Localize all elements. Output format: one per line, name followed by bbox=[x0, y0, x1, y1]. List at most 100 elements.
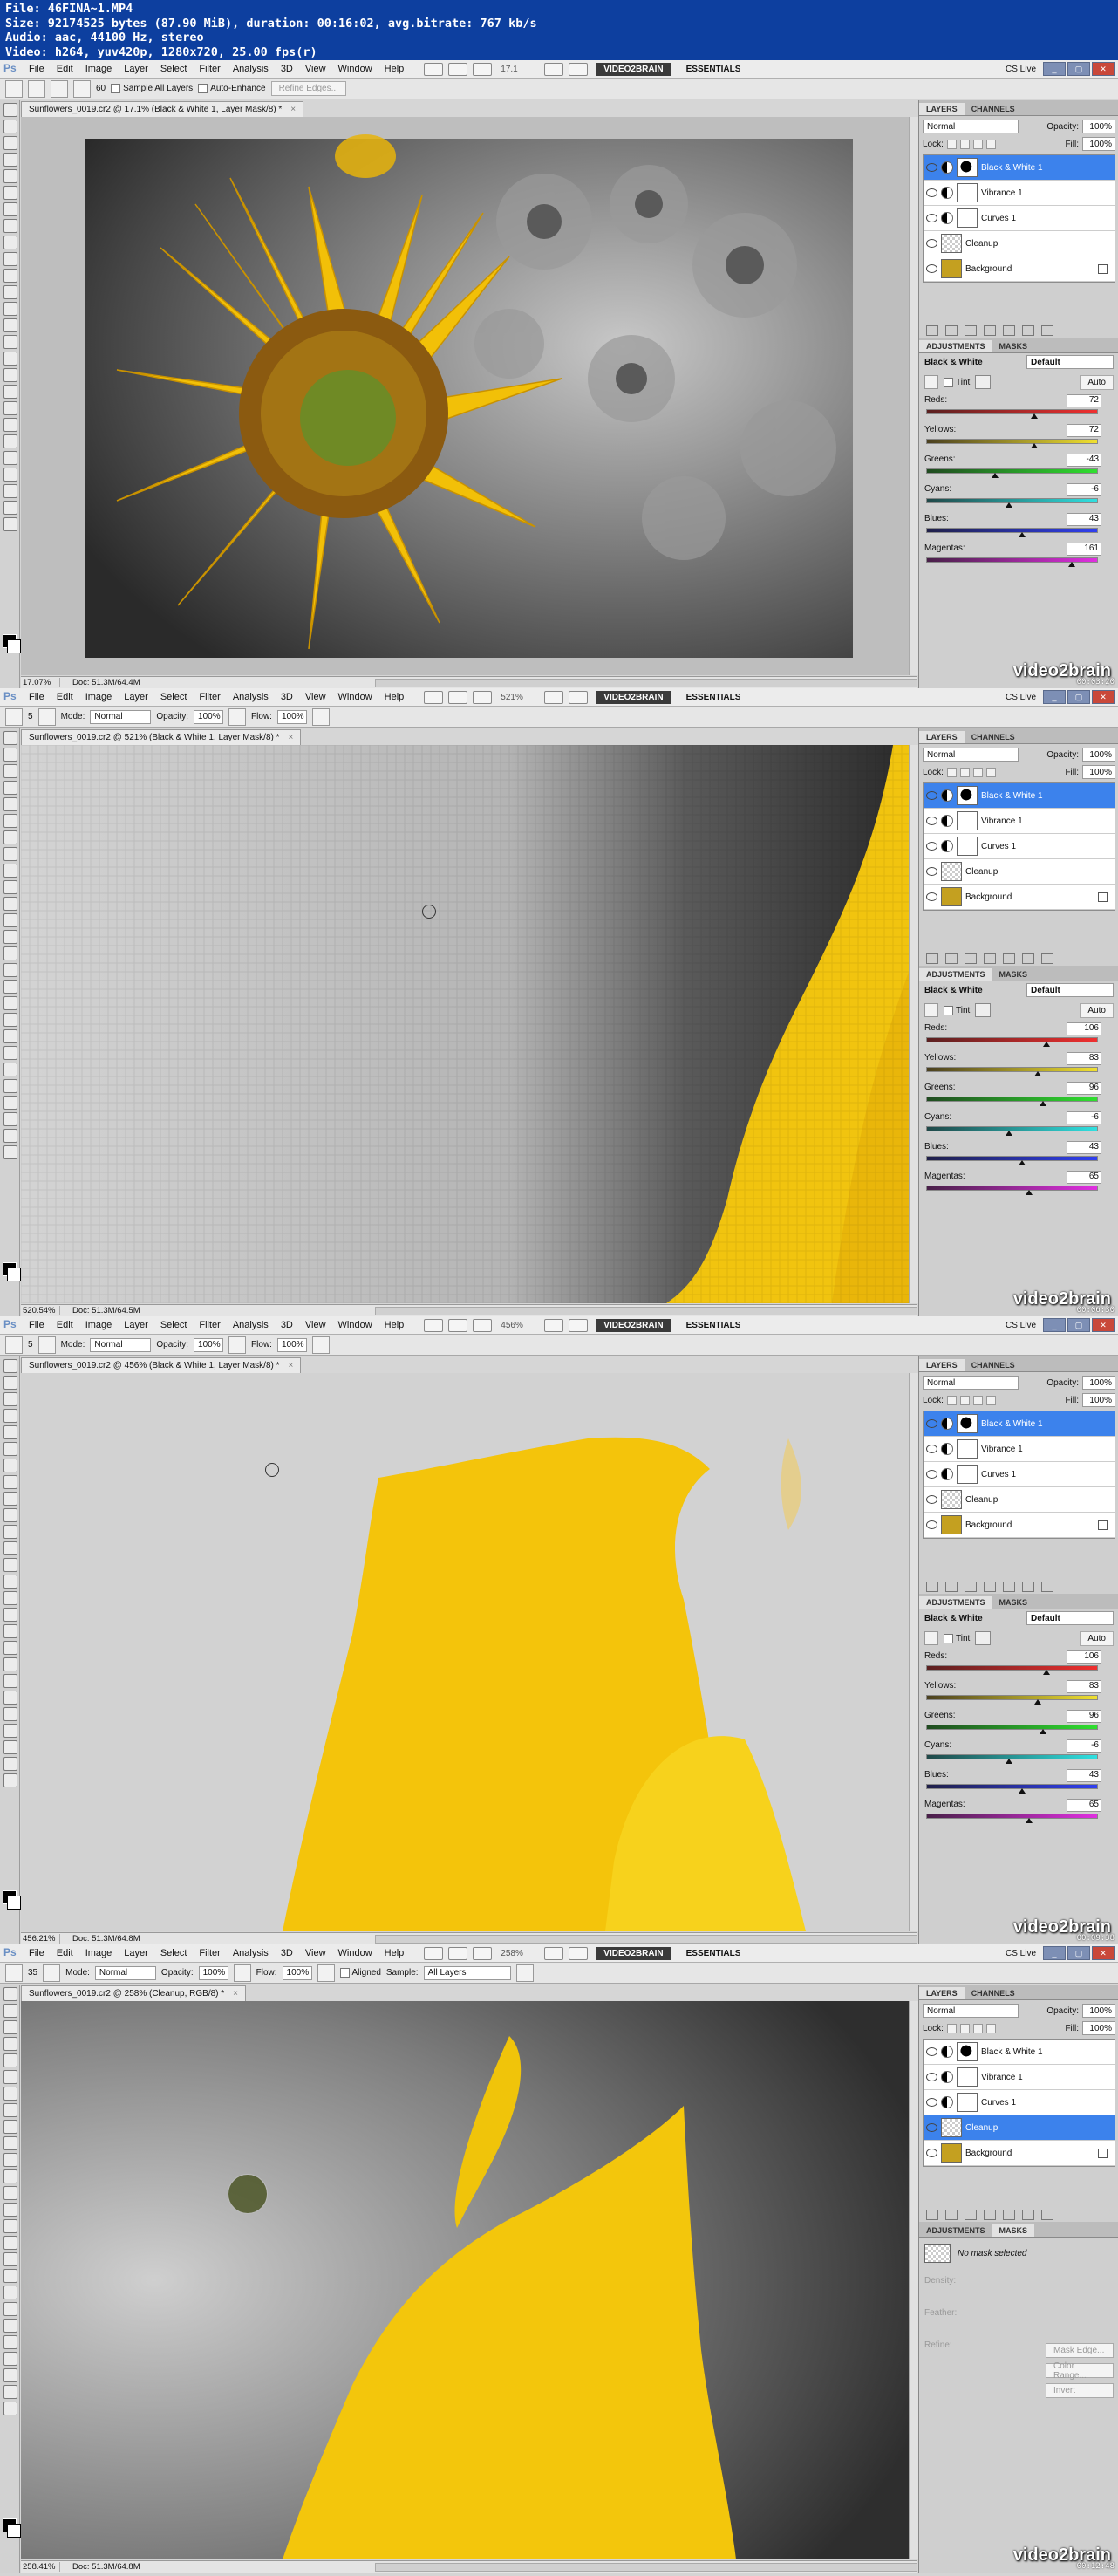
minimize-icon[interactable]: _ bbox=[1043, 690, 1066, 704]
menu-select[interactable]: Select bbox=[154, 1320, 194, 1330]
document-tab[interactable]: Sunflowers_0019.cr2 @ 17.1% (Black & Whi… bbox=[21, 101, 304, 117]
visibility-eye-icon[interactable] bbox=[926, 163, 937, 172]
screen-mode-icon[interactable] bbox=[569, 62, 589, 76]
toolbox-tool-icon[interactable] bbox=[3, 1558, 17, 1572]
slider-track[interactable] bbox=[926, 528, 1098, 533]
tab-adjustments[interactable]: ADJUSTMENTS bbox=[919, 2224, 992, 2237]
toolbox-tool-icon[interactable] bbox=[3, 269, 17, 283]
toolbox-tool-icon[interactable] bbox=[3, 2236, 17, 2250]
new-group-icon[interactable] bbox=[1003, 2210, 1015, 2220]
cs-live-button[interactable]: CS Live bbox=[1006, 1949, 1036, 1958]
toolbox-tool-icon[interactable] bbox=[3, 385, 17, 399]
lock-all-icon[interactable] bbox=[985, 139, 996, 149]
add-mask-icon[interactable] bbox=[965, 1582, 977, 1592]
vertical-scrollbar[interactable] bbox=[909, 117, 918, 675]
tab-adjustments[interactable]: ADJUSTMENTS bbox=[919, 968, 992, 981]
menu-help[interactable]: Help bbox=[378, 64, 411, 74]
visibility-eye-icon[interactable] bbox=[926, 214, 937, 222]
toolbox-tool-icon[interactable] bbox=[3, 318, 17, 332]
menu-3d[interactable]: 3D bbox=[275, 692, 299, 702]
brush-tool-preset[interactable] bbox=[5, 707, 23, 726]
toolbox-tool-icon[interactable] bbox=[3, 120, 17, 133]
restore-icon[interactable]: ▢ bbox=[1067, 1318, 1090, 1332]
toolbox-tool-icon[interactable] bbox=[3, 186, 17, 200]
toolbox-tool-icon[interactable] bbox=[3, 781, 17, 795]
visibility-eye-icon[interactable] bbox=[926, 188, 937, 197]
slider-value-field[interactable]: 83 bbox=[1067, 1052, 1101, 1065]
toolbox-tool-icon[interactable] bbox=[3, 1724, 17, 1738]
toolbox-tool-icon[interactable] bbox=[3, 2186, 17, 2200]
toolbox-tool-icon[interactable] bbox=[3, 2402, 17, 2415]
tab-close-icon[interactable]: × bbox=[289, 733, 294, 742]
toolbox-tool-icon[interactable] bbox=[3, 1757, 17, 1771]
toolbox-tool-icon[interactable] bbox=[3, 1608, 17, 1622]
slider-value-field[interactable]: 106 bbox=[1067, 1022, 1101, 1035]
toolbox-tool-icon[interactable] bbox=[3, 2037, 17, 2051]
blend-mode-select[interactable]: Normal bbox=[923, 748, 1019, 762]
toolbox-tool-icon[interactable] bbox=[3, 2070, 17, 2084]
toolbox-tool-icon[interactable] bbox=[3, 864, 17, 878]
tab-channels[interactable]: CHANNELS bbox=[965, 103, 1022, 115]
toolbox-tool-icon[interactable] bbox=[3, 1674, 17, 1688]
toolbox-tool-icon[interactable] bbox=[3, 2153, 17, 2167]
tab-layers[interactable]: LAYERS bbox=[919, 731, 965, 743]
fill-field[interactable]: 100% bbox=[1082, 2021, 1115, 2035]
restore-icon[interactable]: ▢ bbox=[1067, 1946, 1090, 1960]
launch-mini-bridge-icon[interactable] bbox=[448, 1318, 468, 1332]
preset-select[interactable]: Default bbox=[1026, 983, 1114, 997]
slider-track[interactable] bbox=[926, 1814, 1098, 1819]
visibility-eye-icon[interactable] bbox=[926, 867, 937, 876]
new-layer-icon[interactable] bbox=[1022, 953, 1034, 964]
toolbox-tool-icon[interactable] bbox=[3, 468, 17, 482]
tab-close-icon[interactable]: × bbox=[290, 105, 296, 114]
lock-transparent-icon[interactable] bbox=[946, 2023, 957, 2033]
auto-enhance-checkbox[interactable]: Auto-Enhance bbox=[198, 84, 266, 93]
toolbox-tool-icon[interactable] bbox=[3, 236, 17, 249]
tab-layers[interactable]: LAYERS bbox=[919, 1987, 965, 1999]
zoom-level-readout[interactable]: 456% bbox=[501, 1321, 530, 1330]
visibility-eye-icon[interactable] bbox=[926, 1445, 937, 1453]
menu-filter[interactable]: Filter bbox=[193, 692, 226, 702]
toolbox-tool-icon[interactable] bbox=[3, 1359, 17, 1373]
document-canvas[interactable] bbox=[21, 2001, 909, 2559]
toolbox-tool-icon[interactable] bbox=[3, 1525, 17, 1539]
toolbox-tool-icon[interactable] bbox=[3, 2120, 17, 2134]
menu-image[interactable]: Image bbox=[79, 64, 119, 74]
toolbox-tool-icon[interactable] bbox=[3, 2219, 17, 2233]
layer-row[interactable]: Background bbox=[924, 885, 1115, 910]
zoomed-mask-image[interactable] bbox=[21, 745, 909, 1303]
background-color-swatch[interactable] bbox=[7, 1268, 21, 1281]
slider-value-field[interactable]: 72 bbox=[1067, 424, 1101, 437]
visibility-eye-icon[interactable] bbox=[926, 239, 937, 248]
visibility-eye-icon[interactable] bbox=[926, 892, 937, 901]
menu-view[interactable]: View bbox=[299, 692, 332, 702]
toolbox-tool-icon[interactable] bbox=[3, 136, 17, 150]
slider-track[interactable] bbox=[926, 1665, 1098, 1671]
menu-select[interactable]: Select bbox=[154, 64, 194, 74]
menu-help[interactable]: Help bbox=[378, 692, 411, 702]
toolbox-tool-icon[interactable] bbox=[3, 219, 17, 233]
layer-opacity-field[interactable]: 100% bbox=[1082, 748, 1115, 762]
cs-live-button[interactable]: CS Live bbox=[1006, 65, 1036, 74]
layer-style-icon[interactable] bbox=[945, 325, 958, 336]
view-extras-icon[interactable] bbox=[473, 62, 493, 76]
menu-analysis[interactable]: Analysis bbox=[227, 64, 275, 74]
visibility-eye-icon[interactable] bbox=[926, 2073, 937, 2081]
visibility-eye-icon[interactable] bbox=[926, 2098, 937, 2107]
layer-mask-thumbnail[interactable] bbox=[957, 208, 978, 228]
add-mask-icon[interactable] bbox=[965, 325, 977, 336]
menu-window[interactable]: Window bbox=[332, 692, 378, 702]
background-color-swatch[interactable] bbox=[7, 1896, 21, 1910]
layer-row[interactable]: Background bbox=[924, 256, 1115, 282]
horizontal-scrollbar[interactable] bbox=[375, 1934, 917, 1944]
zoom-level-readout[interactable]: 17.1 bbox=[501, 65, 530, 74]
workspace-video2brain-button[interactable]: VIDEO2BRAIN bbox=[596, 62, 671, 76]
opacity-field[interactable]: 100% bbox=[194, 1337, 224, 1352]
screen-mode-icon[interactable] bbox=[569, 690, 589, 704]
menu-help[interactable]: Help bbox=[378, 1948, 411, 1958]
menu-select[interactable]: Select bbox=[154, 692, 194, 702]
layer-row[interactable]: Black & White 1 bbox=[924, 783, 1115, 809]
menu-3d[interactable]: 3D bbox=[275, 64, 299, 74]
slider-thumb[interactable] bbox=[1005, 1131, 1012, 1136]
toolbox-tool-icon[interactable] bbox=[3, 2004, 17, 2018]
